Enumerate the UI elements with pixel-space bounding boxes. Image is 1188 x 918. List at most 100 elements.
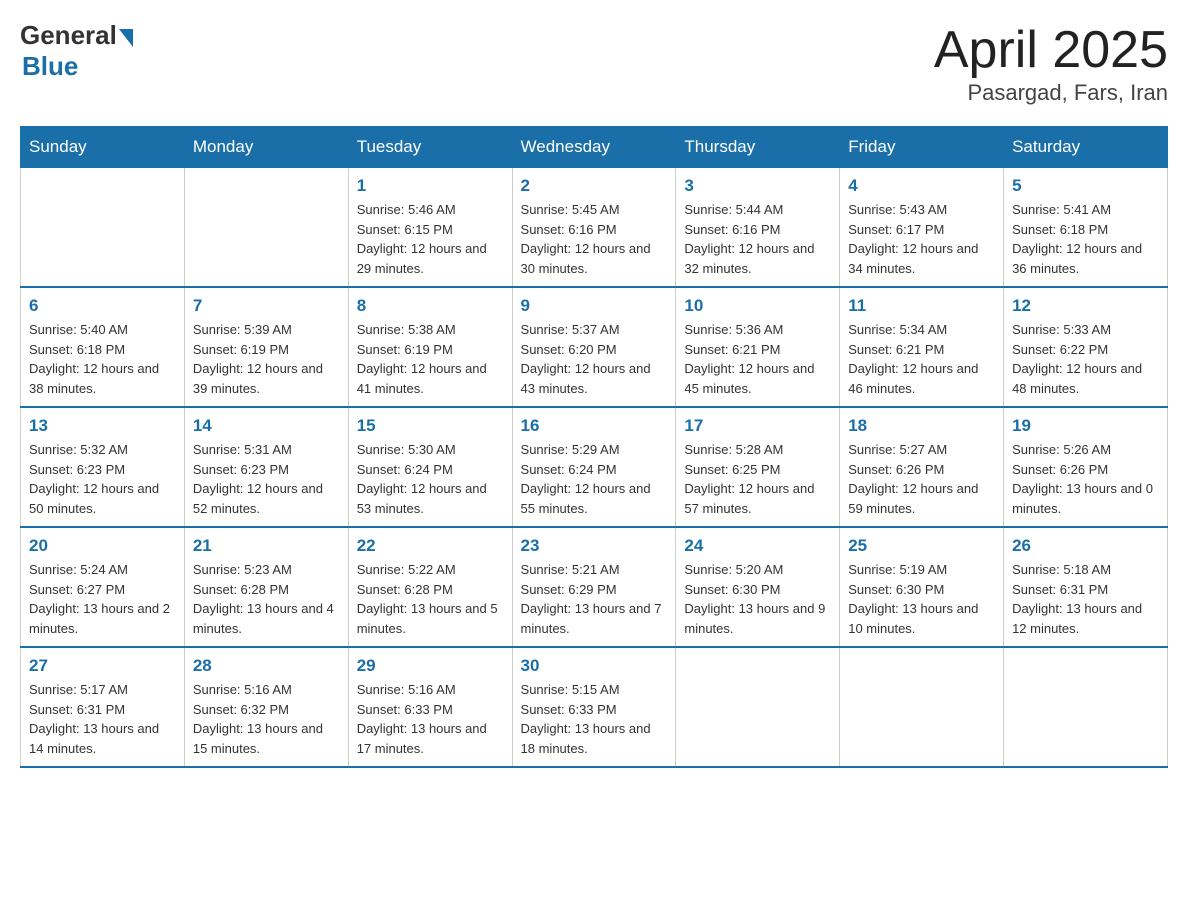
calendar-day-cell: 15 Sunrise: 5:30 AMSunset: 6:24 PMDayligh… (348, 407, 512, 527)
day-number: 25 (848, 536, 995, 556)
day-number: 15 (357, 416, 504, 436)
calendar-day-cell: 24Sunrise: 5:20 AMSunset: 6:30 PMDayligh… (676, 527, 840, 647)
calendar-day-cell: 26 Sunrise: 5:18 AMSunset: 6:31 PMDayligh… (1004, 527, 1168, 647)
day-info: Sunrise: 5:16 AMSunset: 6:32 PMDaylight:… (193, 680, 340, 758)
day-number: 19 (1012, 416, 1159, 436)
page-header: General Blue April 2025 Pasargad, Fars, … (20, 20, 1168, 106)
calendar-day-cell (1004, 647, 1168, 767)
calendar-day-cell: 11 Sunrise: 5:34 AMSunset: 6:21 PMDayligh… (840, 287, 1004, 407)
day-info: Sunrise: 5:31 AMSunset: 6:23 PMDaylight:… (193, 440, 340, 518)
day-info: Sunrise: 5:30 AMSunset: 6:24 PMDaylight:… (357, 440, 504, 518)
day-number: 2 (521, 176, 668, 196)
day-number: 17 (684, 416, 831, 436)
day-number: 14 (193, 416, 340, 436)
day-number: 24 (684, 536, 831, 556)
day-number: 28 (193, 656, 340, 676)
day-number: 4 (848, 176, 995, 196)
day-info: Sunrise: 5:38 AMSunset: 6:19 PMDaylight:… (357, 320, 504, 398)
day-of-week-header: Thursday (676, 127, 840, 168)
calendar-day-cell: 23 Sunrise: 5:21 AMSunset: 6:29 PMDayligh… (512, 527, 676, 647)
day-info: Sunrise: 5:28 AMSunset: 6:25 PMDaylight:… (684, 440, 831, 518)
day-info: Sunrise: 5:18 AMSunset: 6:31 PMDaylight:… (1012, 560, 1159, 638)
day-of-week-header: Monday (184, 127, 348, 168)
day-number: 20 (29, 536, 176, 556)
day-info: Sunrise: 5:15 AMSunset: 6:33 PMDaylight:… (521, 680, 668, 758)
calendar-day-cell: 7 Sunrise: 5:39 AMSunset: 6:19 PMDaylight… (184, 287, 348, 407)
day-info: Sunrise: 5:27 AMSunset: 6:26 PMDaylight:… (848, 440, 995, 518)
calendar-day-cell: 1 Sunrise: 5:46 AMSunset: 6:15 PMDaylight… (348, 168, 512, 288)
day-of-week-header: Friday (840, 127, 1004, 168)
day-of-week-header: Sunday (21, 127, 185, 168)
day-number: 26 (1012, 536, 1159, 556)
calendar-day-cell: 19Sunrise: 5:26 AMSunset: 6:26 PMDayligh… (1004, 407, 1168, 527)
calendar-day-cell: 27 Sunrise: 5:17 AMSunset: 6:31 PMDayligh… (21, 647, 185, 767)
calendar-table: SundayMondayTuesdayWednesdayThursdayFrid… (20, 126, 1168, 768)
title-section: April 2025 Pasargad, Fars, Iran (934, 20, 1168, 106)
calendar-day-cell: 5Sunrise: 5:41 AMSunset: 6:18 PMDaylight… (1004, 168, 1168, 288)
day-number: 8 (357, 296, 504, 316)
logo-arrow-icon (119, 29, 133, 47)
calendar-day-cell: 4 Sunrise: 5:43 AMSunset: 6:17 PMDaylight… (840, 168, 1004, 288)
calendar-day-cell (676, 647, 840, 767)
day-info: Sunrise: 5:32 AMSunset: 6:23 PMDaylight:… (29, 440, 176, 518)
calendar-day-cell: 12 Sunrise: 5:33 AMSunset: 6:22 PMDayligh… (1004, 287, 1168, 407)
calendar-day-cell: 18 Sunrise: 5:27 AMSunset: 6:26 PMDayligh… (840, 407, 1004, 527)
day-number: 12 (1012, 296, 1159, 316)
day-info: Sunrise: 5:34 AMSunset: 6:21 PMDaylight:… (848, 320, 995, 398)
day-number: 11 (848, 296, 995, 316)
day-number: 30 (521, 656, 668, 676)
day-info: Sunrise: 5:36 AMSunset: 6:21 PMDaylight:… (684, 320, 831, 398)
day-number: 22 (357, 536, 504, 556)
calendar-day-cell: 29 Sunrise: 5:16 AMSunset: 6:33 PMDayligh… (348, 647, 512, 767)
day-info: Sunrise: 5:33 AMSunset: 6:22 PMDaylight:… (1012, 320, 1159, 398)
calendar-day-cell: 8 Sunrise: 5:38 AMSunset: 6:19 PMDaylight… (348, 287, 512, 407)
day-of-week-header: Wednesday (512, 127, 676, 168)
calendar-day-cell: 17 Sunrise: 5:28 AMSunset: 6:25 PMDayligh… (676, 407, 840, 527)
calendar-day-cell: 20 Sunrise: 5:24 AMSunset: 6:27 PMDayligh… (21, 527, 185, 647)
day-info: Sunrise: 5:39 AMSunset: 6:19 PMDaylight:… (193, 320, 340, 398)
day-info: Sunrise: 5:43 AMSunset: 6:17 PMDaylight:… (848, 200, 995, 278)
day-info: Sunrise: 5:37 AMSunset: 6:20 PMDaylight:… (521, 320, 668, 398)
day-info: Sunrise: 5:29 AMSunset: 6:24 PMDaylight:… (521, 440, 668, 518)
day-number: 23 (521, 536, 668, 556)
day-number: 5 (1012, 176, 1159, 196)
logo: General Blue (20, 20, 133, 82)
day-info: Sunrise: 5:21 AMSunset: 6:29 PMDaylight:… (521, 560, 668, 638)
day-info: Sunrise: 5:24 AMSunset: 6:27 PMDaylight:… (29, 560, 176, 638)
calendar-day-cell (184, 168, 348, 288)
day-info: Sunrise: 5:16 AMSunset: 6:33 PMDaylight:… (357, 680, 504, 758)
calendar-week-row: 6Sunrise: 5:40 AMSunset: 6:18 PMDaylight… (21, 287, 1168, 407)
day-of-week-header: Tuesday (348, 127, 512, 168)
day-number: 16 (521, 416, 668, 436)
month-title: April 2025 (934, 20, 1168, 80)
day-info: Sunrise: 5:44 AMSunset: 6:16 PMDaylight:… (684, 200, 831, 278)
day-number: 21 (193, 536, 340, 556)
calendar-day-cell: 6Sunrise: 5:40 AMSunset: 6:18 PMDaylight… (21, 287, 185, 407)
calendar-day-cell (21, 168, 185, 288)
calendar-day-cell: 28 Sunrise: 5:16 AMSunset: 6:32 PMDayligh… (184, 647, 348, 767)
logo-general-text: General (20, 20, 117, 51)
calendar-day-cell: 21Sunrise: 5:23 AMSunset: 6:28 PMDayligh… (184, 527, 348, 647)
location-subtitle: Pasargad, Fars, Iran (934, 80, 1168, 106)
calendar-day-cell: 13Sunrise: 5:32 AMSunset: 6:23 PMDayligh… (21, 407, 185, 527)
day-number: 1 (357, 176, 504, 196)
day-info: Sunrise: 5:22 AMSunset: 6:28 PMDaylight:… (357, 560, 504, 638)
day-number: 27 (29, 656, 176, 676)
day-info: Sunrise: 5:46 AMSunset: 6:15 PMDaylight:… (357, 200, 504, 278)
calendar-day-cell: 2Sunrise: 5:45 AMSunset: 6:16 PMDaylight… (512, 168, 676, 288)
calendar-week-row: 13Sunrise: 5:32 AMSunset: 6:23 PMDayligh… (21, 407, 1168, 527)
day-of-week-header: Saturday (1004, 127, 1168, 168)
day-number: 3 (684, 176, 831, 196)
day-number: 7 (193, 296, 340, 316)
calendar-day-cell: 22 Sunrise: 5:22 AMSunset: 6:28 PMDayligh… (348, 527, 512, 647)
day-number: 18 (848, 416, 995, 436)
day-info: Sunrise: 5:17 AMSunset: 6:31 PMDaylight:… (29, 680, 176, 758)
calendar-day-cell: 10Sunrise: 5:36 AMSunset: 6:21 PMDayligh… (676, 287, 840, 407)
calendar-day-cell (840, 647, 1004, 767)
day-info: Sunrise: 5:19 AMSunset: 6:30 PMDaylight:… (848, 560, 995, 638)
day-number: 29 (357, 656, 504, 676)
calendar-day-cell: 9Sunrise: 5:37 AMSunset: 6:20 PMDaylight… (512, 287, 676, 407)
calendar-day-cell: 16 Sunrise: 5:29 AMSunset: 6:24 PMDayligh… (512, 407, 676, 527)
calendar-day-cell: 3 Sunrise: 5:44 AMSunset: 6:16 PMDaylight… (676, 168, 840, 288)
calendar-day-cell: 30 Sunrise: 5:15 AMSunset: 6:33 PMDayligh… (512, 647, 676, 767)
